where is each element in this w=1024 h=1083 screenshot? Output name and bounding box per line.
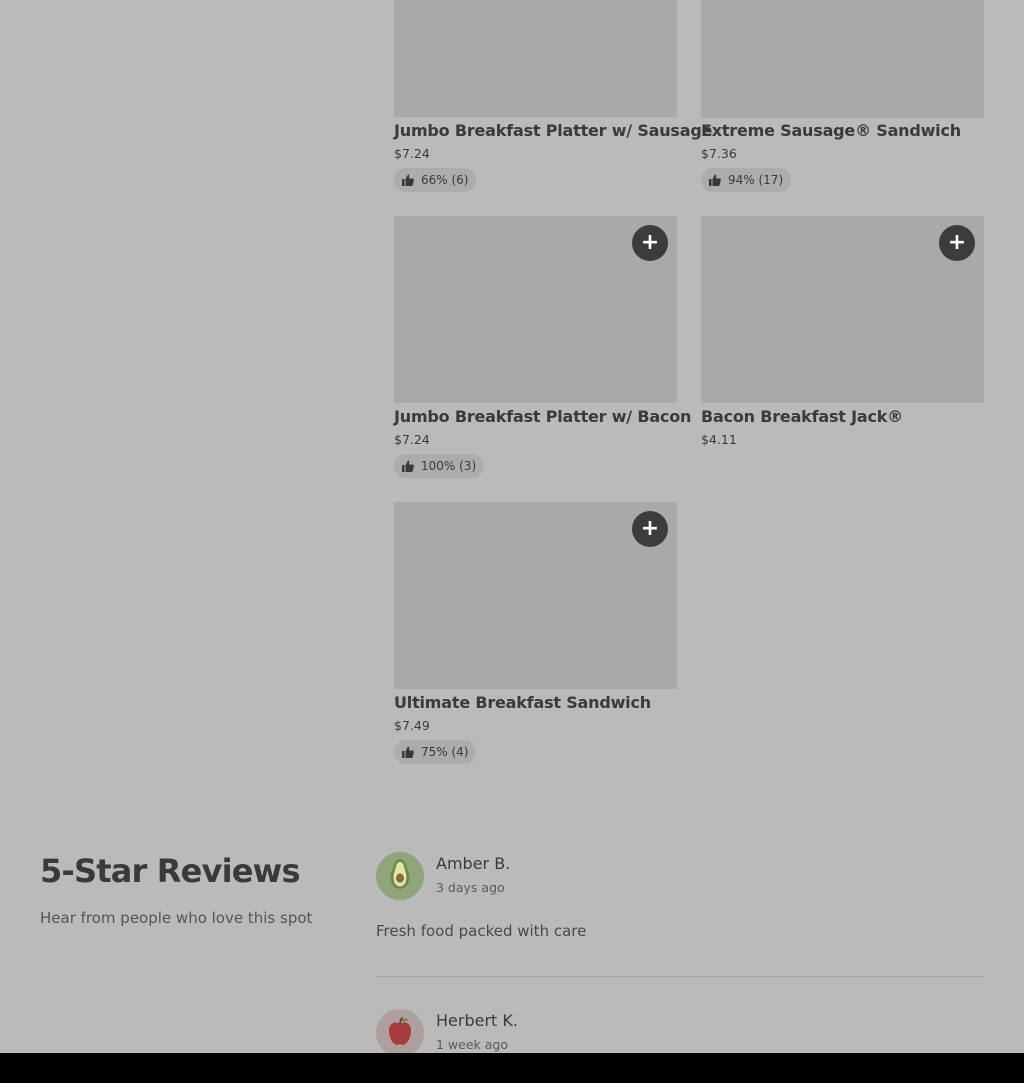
thumbs-up-icon [402, 746, 414, 758]
menu-item-name[interactable]: Extreme Sausage® Sandwich [701, 121, 961, 140]
menu-item-card[interactable]: Extreme Sausage® Sandwich $7.36 94% (17) [701, 0, 984, 192]
add-to-cart-button[interactable]: + [632, 225, 668, 261]
reviewer-name: Amber B. [436, 854, 511, 873]
add-to-cart-button[interactable]: + [632, 511, 668, 547]
rating-text: 94% (17) [728, 173, 784, 187]
plus-icon: + [640, 516, 660, 541]
menu-item-price: $7.24 [394, 146, 430, 161]
review-date: 1 week ago [436, 1037, 508, 1052]
rating-badge: 94% (17) [701, 168, 792, 192]
thumbs-up-icon [402, 460, 414, 472]
thumbs-up-icon [402, 174, 414, 186]
menu-item-card[interactable]: + Jumbo Breakfast Platter w/ Bacon $7.24… [394, 216, 691, 478]
menu-item-name[interactable]: Bacon Breakfast Jack® [701, 407, 903, 426]
menu-item-image[interactable] [394, 0, 677, 117]
add-to-cart-button[interactable]: + [939, 225, 975, 261]
rating-text: 66% (6) [421, 173, 469, 187]
rating-badge: 100% (3) [394, 454, 485, 478]
apple-icon [386, 1016, 414, 1050]
menu-item-name[interactable]: Ultimate Breakfast Sandwich [394, 693, 651, 712]
rating-badge: 66% (6) [394, 168, 477, 192]
rating-text: 100% (3) [421, 459, 477, 473]
reviewer-name: Herbert K. [436, 1011, 518, 1030]
menu-item-card[interactable]: Jumbo Breakfast Platter w/ Sausage $7.24… [394, 0, 712, 192]
menu-item-price: $7.24 [394, 432, 430, 447]
plus-icon: + [640, 230, 660, 255]
menu-item-price: $7.36 [701, 146, 737, 161]
review-text: Fresh food packed with care [376, 922, 587, 940]
reviews-title: 5-Star Reviews [40, 852, 301, 890]
review-divider [376, 976, 984, 977]
plus-icon: + [947, 230, 967, 255]
page: Jumbo Breakfast Platter w/ Sausage $7.24… [0, 0, 1024, 1057]
avatar [376, 852, 424, 900]
menu-item-card[interactable]: + Bacon Breakfast Jack® $4.11 [701, 216, 984, 456]
avatar [376, 1009, 424, 1057]
avocado-icon [387, 858, 413, 894]
menu-item-card[interactable]: + Ultimate Breakfast Sandwich $7.49 75% … [394, 502, 677, 764]
menu-item-price: $7.49 [394, 718, 430, 733]
reviews-subtitle: Hear from people who love this spot [40, 909, 313, 927]
rating-text: 75% (4) [421, 745, 469, 759]
menu-item-price: $4.11 [701, 432, 737, 447]
review-date: 3 days ago [436, 880, 505, 895]
menu-item-image[interactable] [701, 0, 984, 118]
menu-item-name[interactable]: Jumbo Breakfast Platter w/ Bacon [394, 407, 691, 426]
bottom-bar [0, 1053, 1024, 1083]
menu-item-name[interactable]: Jumbo Breakfast Platter w/ Sausage [394, 121, 712, 140]
rating-badge: 75% (4) [394, 740, 477, 764]
thumbs-up-icon [709, 174, 721, 186]
review-item: Amber B. 3 days ago Fresh food packed wi… [376, 852, 984, 952]
